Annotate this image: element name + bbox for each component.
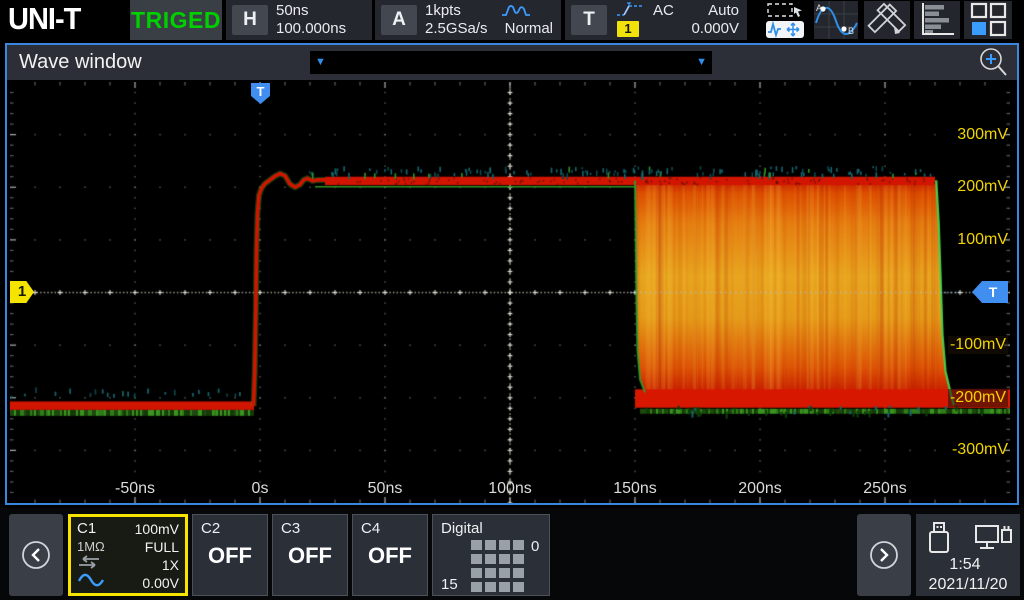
trigger-sweep-mode: Auto [708, 2, 739, 19]
channel1-impedance: 1MΩ [77, 539, 105, 554]
scroll-right-button[interactable] [857, 514, 911, 596]
voltage-label: 100mV [957, 231, 1008, 249]
time-label: 0s [252, 480, 269, 498]
zoom-in-icon[interactable] [977, 46, 1011, 85]
sine-wave-icon [77, 572, 105, 593]
network-icon [974, 524, 1014, 559]
digital-label: Digital [441, 520, 483, 537]
horizontal-settings-panel[interactable]: H 50ns 100.000ns [226, 0, 372, 40]
svg-text:B: B [848, 26, 854, 36]
time-label: 150ns [613, 480, 657, 498]
brand-logo: UNI-T [8, 3, 80, 38]
horizontal-key: H [232, 5, 268, 35]
channel1-probe: 1X [162, 557, 179, 573]
channel2-panel[interactable]: C2 OFF [192, 514, 268, 596]
trigger-coupling: AC [653, 2, 674, 19]
timebase-position: 100.000ns [276, 20, 346, 37]
channel3-name: C3 [281, 520, 300, 537]
acquire-mode: Normal [505, 20, 553, 37]
digital-bits-grid-icon [471, 540, 526, 597]
channel2-state: OFF [193, 543, 267, 569]
cursor-ab-icon[interactable]: AB [814, 1, 858, 39]
top-status-bar: UNI-T TRIGED H 50ns 100.000ns A 1kpts 2.… [0, 0, 1024, 41]
clock-time: 1:54 [916, 556, 1014, 574]
channel1-scale: 100mV [135, 521, 179, 537]
wave-drag-icon[interactable] [766, 21, 804, 38]
voltage-label: -300mV [952, 441, 1008, 459]
trigger-source-badge: 1 [617, 21, 639, 37]
voltage-label: -100mV [948, 336, 1008, 354]
trigger-settings-panel[interactable]: T AC Auto 1 0.000V [565, 0, 747, 40]
dropdown-arrow-icon: ▼ [315, 51, 326, 74]
sample-rate: 2.5GSa/s [425, 20, 488, 37]
channel3-panel[interactable]: C3 OFF [272, 514, 348, 596]
wave-window-header: Wave window ▼ ▼ [7, 45, 1017, 80]
channel1-bandwidth: FULL [145, 539, 179, 555]
usb-icon [926, 520, 952, 561]
bottom-channel-bar: C1 100mV 1MΩ FULL 1X 0.00V C2 OFF C3 OFF [0, 508, 1024, 600]
time-label: 250ns [863, 480, 907, 498]
time-label: 200ns [738, 480, 782, 498]
voltage-label: 200mV [957, 178, 1008, 196]
waveform-canvas[interactable] [10, 82, 1010, 503]
wave-window-title: Wave window [19, 45, 142, 80]
scroll-left-button[interactable] [9, 514, 63, 596]
digital-channels-panel[interactable]: Digital 0 15 [432, 514, 550, 596]
channel4-panel[interactable]: C4 OFF [352, 514, 428, 596]
time-label: 50ns [368, 480, 403, 498]
acquisition-key: A [381, 5, 417, 35]
oscilloscope-screen: UNI-T TRIGED H 50ns 100.000ns A 1kpts 2.… [0, 0, 1024, 600]
voltage-label: 300mV [957, 126, 1008, 144]
channel1-offset: 0.00V [142, 575, 179, 591]
trigger-key: T [571, 5, 607, 35]
digital-first-bit: 0 [531, 538, 539, 555]
channel2-name: C2 [201, 520, 220, 537]
clock-date: 2021/11/20 [916, 576, 1020, 594]
display-layout-icon[interactable] [964, 1, 1012, 39]
wave-window: Wave window ▼ ▼ [5, 43, 1019, 505]
channel1-name: C1 [77, 520, 96, 537]
voltage-label: -200mV [948, 389, 1008, 407]
digital-last-bit: 15 [441, 576, 458, 593]
time-label: 100ns [488, 480, 532, 498]
wave-source-dropdown[interactable]: ▼ ▼ [310, 51, 712, 74]
trigger-status-badge: TRIGED [130, 0, 222, 40]
memory-depth: 1kpts [425, 2, 461, 19]
trigger-level-value: 0.000V [691, 20, 739, 37]
statistics-icon[interactable] [914, 1, 960, 39]
system-status-panel: 1:54 2021/11/20 [916, 514, 1020, 596]
time-label: -50ns [115, 480, 155, 498]
channel4-name: C4 [361, 520, 380, 537]
svg-text:A: A [816, 3, 822, 13]
channel3-state: OFF [273, 543, 347, 569]
dropdown-arrow-icon: ▼ [696, 51, 707, 74]
timebase-scale: 50ns [276, 2, 309, 19]
channel4-state: OFF [353, 543, 427, 569]
channel1-panel[interactable]: C1 100mV 1MΩ FULL 1X 0.00V [68, 514, 188, 596]
measure-tools-icon[interactable] [864, 1, 910, 39]
acquisition-settings-panel[interactable]: A 1kpts 2.5GSa/s Normal [375, 0, 561, 40]
wave-tools-stack [762, 0, 808, 40]
